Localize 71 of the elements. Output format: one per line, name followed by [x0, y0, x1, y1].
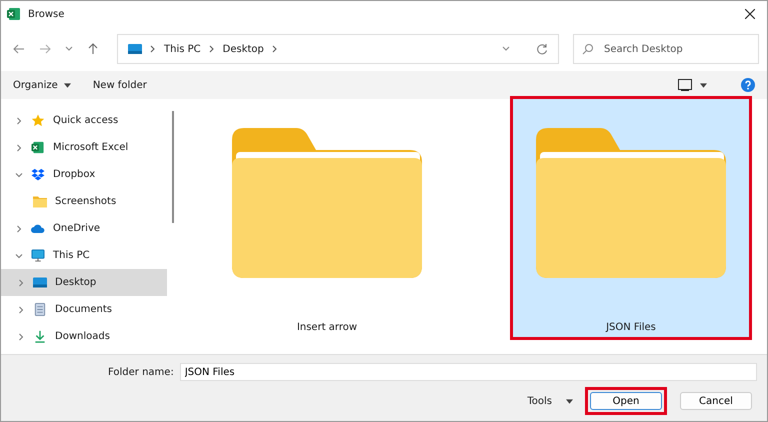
- sidebar-item[interactable]: Desktop: [1, 269, 167, 296]
- caret-icon: [64, 82, 71, 88]
- toolbar-button[interactable]: New folder: [92, 80, 147, 90]
- chevron-right-icon: [272, 45, 278, 53]
- chevron-icon[interactable]: [15, 144, 23, 152]
- caret-icon: [566, 398, 573, 404]
- sidebar-item[interactable]: Microsoft Excel: [1, 134, 167, 161]
- chevron-down-icon[interactable]: [502, 46, 510, 52]
- sidebar-item[interactable]: Dropbox: [1, 161, 167, 188]
- close-icon[interactable]: [745, 9, 755, 19]
- dropbox-icon: [31, 168, 45, 181]
- sidebar-label: Quick access: [53, 115, 118, 126]
- sidebar-item[interactable]: This PC: [1, 242, 167, 269]
- search-field[interactable]: Search Desktop: [573, 34, 759, 64]
- sidebar-label: Desktop: [55, 277, 96, 288]
- open-button[interactable]: Open: [590, 392, 662, 410]
- folder-name: Insert arrow: [296, 322, 358, 333]
- cancel-button[interactable]: Cancel: [680, 392, 752, 410]
- sidebar-label: This PC: [53, 250, 90, 261]
- chevron-icon[interactable]: [17, 306, 25, 314]
- sidebar-label: Dropbox: [53, 169, 96, 180]
- chevron-icon[interactable]: [15, 224, 23, 232]
- chevron-icon[interactable]: [17, 332, 25, 340]
- view-icon[interactable]: [678, 79, 692, 91]
- folder-icon: [33, 195, 47, 208]
- sidebar-item[interactable]: OneDrive: [1, 215, 167, 242]
- sidebar-label: Downloads: [55, 331, 110, 342]
- star-icon: [31, 114, 45, 127]
- download-icon: [33, 330, 47, 343]
- excel-icon: [31, 141, 45, 154]
- folder-icon: [536, 128, 726, 278]
- monitor-icon: [31, 249, 45, 262]
- window-title: Browse: [28, 8, 64, 20]
- sidebar-label: OneDrive: [53, 223, 100, 234]
- breadcrumb-item[interactable]: Desktop: [222, 44, 264, 54]
- folder-name: JSON Files: [606, 322, 656, 333]
- cloud-icon: [31, 222, 45, 235]
- chevron-icon[interactable]: [17, 278, 25, 286]
- up-arrow-icon[interactable]: [87, 43, 99, 55]
- sidebar-item[interactable]: Quick access: [1, 107, 167, 134]
- desktop-icon: [128, 44, 142, 54]
- help-icon[interactable]: [741, 78, 755, 92]
- excel-icon: [7, 7, 21, 21]
- refresh-icon[interactable]: [536, 43, 548, 55]
- scrollbar-thumb[interactable]: [172, 111, 174, 223]
- back-arrow-icon[interactable]: [13, 43, 25, 55]
- tools-button[interactable]: Tools: [527, 396, 573, 406]
- chevron-down-icon[interactable]: [65, 46, 73, 52]
- sidebar-label: Screenshots: [55, 196, 116, 207]
- folder-item[interactable]: Insert arrow: [209, 99, 445, 337]
- chevron-icon[interactable]: [15, 252, 23, 260]
- folder-icon: [232, 128, 422, 278]
- breadcrumb-item[interactable]: This PC: [164, 44, 201, 54]
- address-bar[interactable]: This PC Desktop: [117, 34, 559, 64]
- chevron-icon[interactable]: [15, 116, 23, 124]
- toolbar-button[interactable]: Organize: [13, 80, 71, 90]
- sidebar-item[interactable]: Documents: [1, 296, 167, 323]
- search-icon: [582, 43, 594, 55]
- field-label: Folder name:: [108, 366, 174, 378]
- folder-item[interactable]: JSON Files: [513, 99, 749, 337]
- sidebar-item[interactable]: Downloads: [1, 323, 167, 350]
- sidebar-label: Documents: [55, 304, 112, 315]
- caret-icon[interactable]: [700, 82, 707, 88]
- chevron-right-icon: [150, 45, 156, 53]
- sidebar-item[interactable]: Screenshots: [1, 188, 167, 215]
- chevron-icon[interactable]: [15, 170, 23, 178]
- document-icon: [33, 303, 47, 316]
- chevron-right-icon: [208, 45, 215, 53]
- desktop-icon: [33, 276, 47, 289]
- sidebar-label: Microsoft Excel: [53, 142, 128, 153]
- forward-arrow-icon[interactable]: [39, 43, 51, 55]
